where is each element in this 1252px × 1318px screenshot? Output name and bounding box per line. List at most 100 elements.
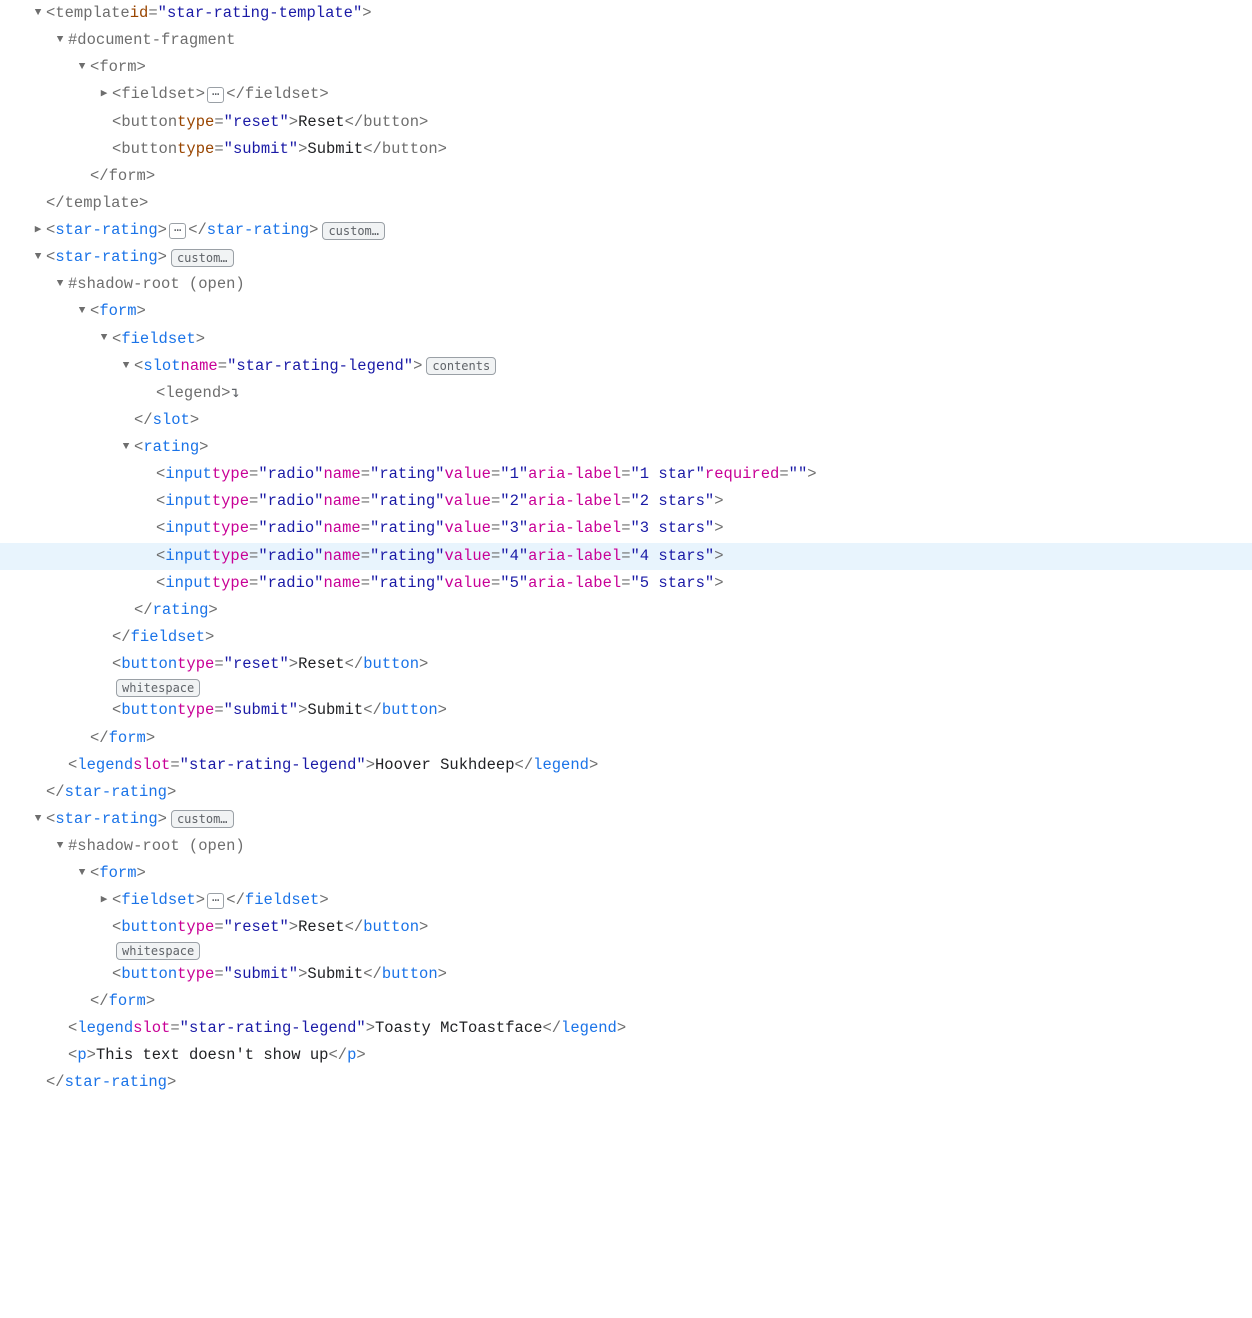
tree-toggle-icon[interactable]: ▼: [74, 864, 90, 883]
attr-name: value: [444, 515, 491, 542]
tag-name: form: [99, 54, 136, 81]
attr-value: "5 stars": [631, 570, 715, 597]
punctuation: >: [289, 914, 298, 941]
tree-toggle-icon[interactable]: ▼: [30, 248, 46, 267]
attr-name: aria-label: [528, 515, 621, 542]
punctuation: =: [491, 570, 500, 597]
custom-badge[interactable]: custom…: [171, 810, 234, 828]
attr-value: "reset": [224, 651, 289, 678]
attr-value: "star-rating-legend": [227, 353, 413, 380]
punctuation: <: [156, 515, 165, 542]
tree-toggle-icon[interactable]: ▼: [30, 4, 46, 23]
punctuation: =: [170, 1015, 179, 1042]
punctuation: =: [621, 515, 630, 542]
punctuation: <: [112, 326, 121, 353]
tag-name: star-rating: [55, 806, 157, 833]
tag-name: form: [109, 163, 146, 190]
attr-name: value: [444, 461, 491, 488]
attr-name: name: [181, 353, 218, 380]
tree-toggle-icon[interactable]: ▼: [74, 58, 90, 77]
punctuation: =: [249, 488, 258, 515]
tree-toggle-icon[interactable]: ▼: [118, 438, 134, 457]
tree-toggle-icon[interactable]: ▶: [96, 85, 112, 104]
ellipsis-badge[interactable]: ⋯: [169, 223, 186, 239]
punctuation: <: [156, 488, 165, 515]
punctuation: </: [345, 651, 364, 678]
punctuation: <: [68, 752, 77, 779]
tag-name: button: [382, 136, 438, 163]
tag-name: button: [121, 697, 177, 724]
attr-value: "1": [500, 461, 528, 488]
punctuation: </: [46, 190, 65, 217]
tag-name: input: [165, 515, 212, 542]
punctuation: >: [419, 651, 428, 678]
attr-name: type: [212, 461, 249, 488]
punctuation: <: [156, 543, 165, 570]
tree-toggle-icon[interactable]: ▼: [52, 837, 68, 856]
punctuation: =: [361, 570, 370, 597]
attr-name: type: [177, 914, 214, 941]
punctuation: <: [112, 651, 121, 678]
punctuation: =: [361, 543, 370, 570]
attr-name: type: [212, 570, 249, 597]
document-fragment: #document-fragment: [68, 27, 235, 54]
ellipsis-badge[interactable]: ⋯: [207, 87, 224, 103]
tag-name: slot: [153, 407, 190, 434]
punctuation: </: [112, 624, 131, 651]
tree-toggle-icon[interactable]: ▼: [118, 357, 134, 376]
punctuation: =: [491, 515, 500, 542]
whitespace-badge[interactable]: whitespace: [116, 679, 200, 697]
punctuation: >: [158, 244, 167, 271]
custom-badge[interactable]: custom…: [322, 222, 385, 240]
whitespace-badge[interactable]: whitespace: [116, 942, 200, 960]
custom-badge[interactable]: custom…: [171, 249, 234, 267]
punctuation: =: [621, 570, 630, 597]
tag-name: legend: [77, 752, 133, 779]
tree-toggle-icon[interactable]: ▼: [96, 329, 112, 348]
punctuation: >: [366, 752, 375, 779]
ellipsis-badge[interactable]: ⋯: [207, 893, 224, 909]
punctuation: </: [90, 725, 109, 752]
attr-name: name: [323, 515, 360, 542]
tree-toggle-icon[interactable]: ▶: [96, 891, 112, 910]
tag-name: legend: [77, 1015, 133, 1042]
punctuation: </: [345, 109, 364, 136]
attr-name: aria-label: [528, 543, 621, 570]
punctuation: </: [226, 81, 245, 108]
punctuation: <: [46, 244, 55, 271]
punctuation: >: [366, 1015, 375, 1042]
punctuation: >: [196, 326, 205, 353]
text-content: Hoover Sukhdeep: [375, 752, 515, 779]
tree-toggle-icon[interactable]: ▼: [52, 31, 68, 50]
contents-badge[interactable]: contents: [426, 357, 496, 375]
tag-name: star-rating: [207, 217, 309, 244]
tree-toggle-icon[interactable]: ▼: [52, 275, 68, 294]
attr-name: value: [444, 570, 491, 597]
tree-toggle-icon[interactable]: ▼: [30, 810, 46, 829]
attr-name: value: [444, 488, 491, 515]
attr-value: "rating": [370, 543, 444, 570]
attr-value: "star-rating-legend": [180, 1015, 366, 1042]
attr-value: "2": [500, 488, 528, 515]
tag-name: form: [109, 725, 146, 752]
attr-value: "4": [500, 543, 528, 570]
tree-toggle-icon[interactable]: ▶: [30, 221, 46, 240]
attr-value: "": [789, 461, 808, 488]
punctuation: </: [46, 779, 65, 806]
punctuation: >: [419, 914, 428, 941]
tag-name: star-rating: [65, 1069, 167, 1096]
punctuation: </: [46, 1069, 65, 1096]
punctuation: >: [137, 298, 146, 325]
attr-value: "rating": [370, 461, 444, 488]
punctuation: <: [156, 380, 165, 407]
punctuation: </: [90, 163, 109, 190]
punctuation: >: [438, 136, 447, 163]
punctuation: =: [148, 0, 157, 27]
reveal-icon[interactable]: ↴: [230, 380, 239, 407]
tree-toggle-icon[interactable]: ▼: [74, 302, 90, 321]
attr-value: "star-rating-legend": [180, 752, 366, 779]
punctuation: >: [137, 54, 146, 81]
tag-name: legend: [561, 1015, 617, 1042]
attr-value: "radio": [258, 543, 323, 570]
punctuation: <: [46, 806, 55, 833]
